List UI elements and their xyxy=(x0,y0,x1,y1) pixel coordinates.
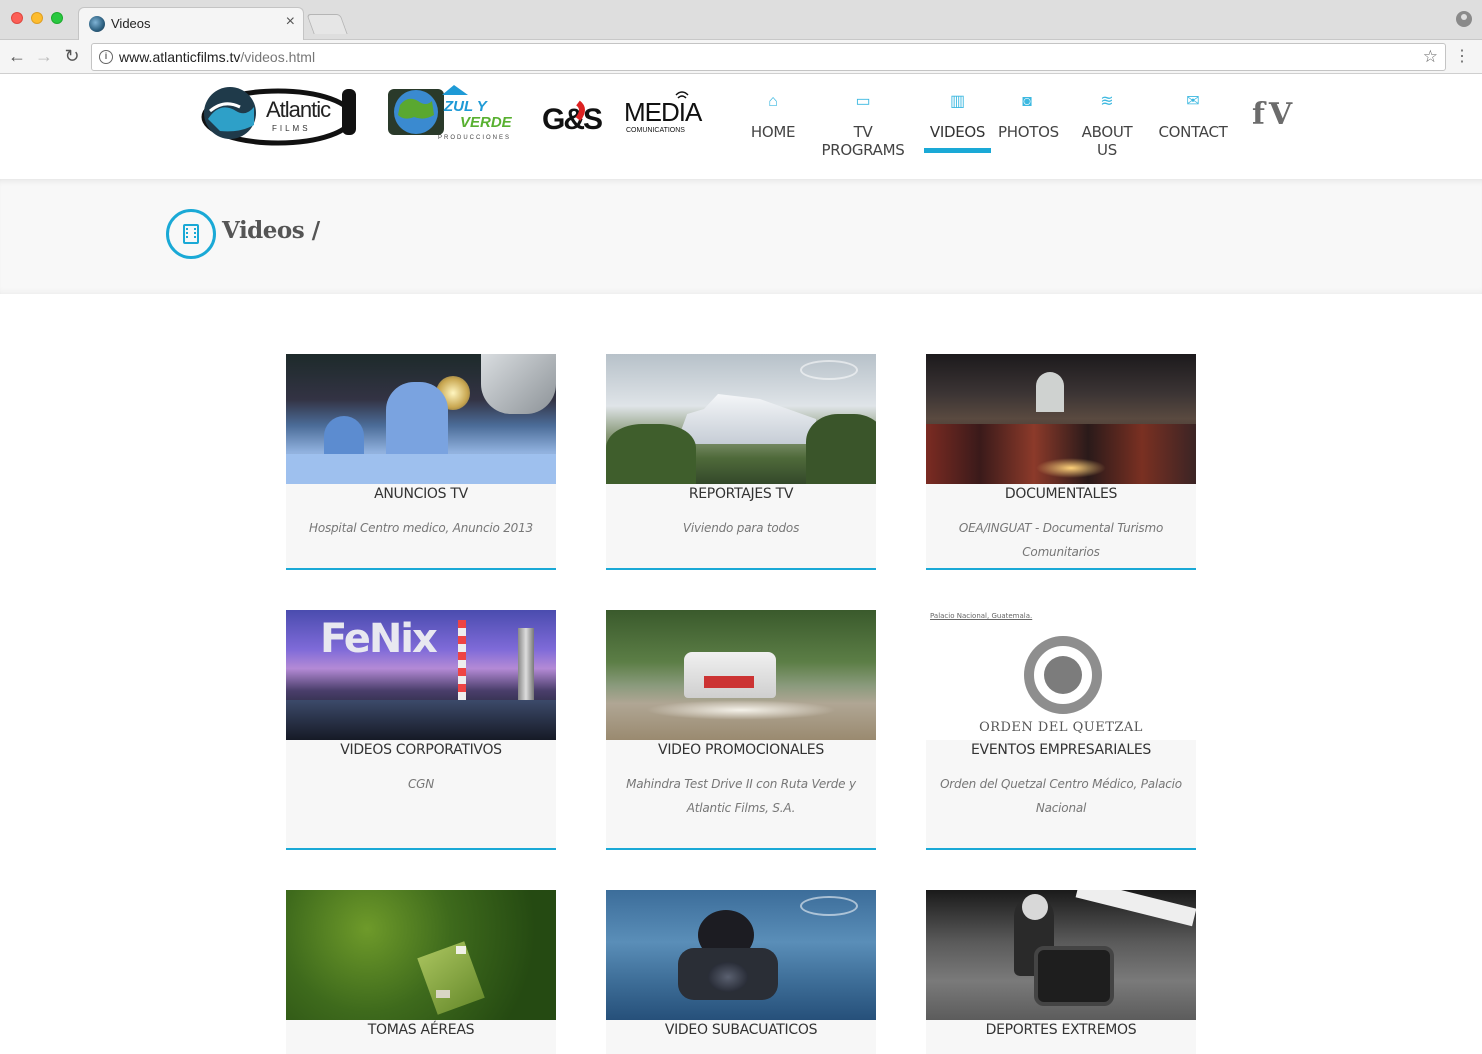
waves-icon: ≋ xyxy=(1100,93,1114,110)
thumbnail-text: Palacio Nacional, Guatemala. xyxy=(930,612,1033,620)
browser-menu-icon[interactable]: ⋮ xyxy=(1454,46,1470,66)
url-path: /videos.html xyxy=(240,49,316,65)
card-description: Orden del Quetzal Centro Médico, Palacio… xyxy=(940,777,1182,815)
browser-toolbar: ← → ↻ i www.atlanticfilms.tv/videos.html… xyxy=(0,40,1482,74)
video-card-videos-corporativos[interactable]: FeNix VIDEOS CORPORATIVOS CGN xyxy=(286,610,556,850)
nav-tv-programs[interactable]: ▭ TV PROGRAMS xyxy=(810,93,916,159)
video-thumbnail[interactable]: FeNix xyxy=(286,610,556,740)
vimeo-icon[interactable]: V xyxy=(1269,97,1292,132)
card-description: Hospital Centro medico, Anuncio 2013 xyxy=(309,521,533,535)
card-title[interactable]: DOCUMENTALES xyxy=(926,486,1196,502)
card-description: Mahindra Test Drive II con Ruta Verde y … xyxy=(626,777,856,815)
mail-icon: ✉ xyxy=(1186,93,1200,110)
video-thumbnail[interactable] xyxy=(926,890,1196,1020)
nav-photos[interactable]: ◙ PHOTOS xyxy=(998,93,1059,153)
nav-tv-programs-label: TV PROGRAMS xyxy=(821,123,905,159)
tv-icon: ▭ xyxy=(855,93,871,110)
gs-logo-text: G&S xyxy=(542,103,602,135)
card-title[interactable]: TOMAS AÉREAS xyxy=(286,1022,556,1038)
video-card-documentales[interactable]: DOCUMENTALES OEA/INGUAT - Documental Tur… xyxy=(926,354,1196,570)
tab-close-icon[interactable]: × xyxy=(286,14,295,30)
video-thumbnail[interactable] xyxy=(286,890,556,1020)
gs-media-logo[interactable]: G&S MEDIA COMUNICATIONS xyxy=(542,89,708,135)
card-title[interactable]: DEPORTES EXTREMOS xyxy=(926,1022,1196,1038)
facebook-icon[interactable]: f xyxy=(1252,97,1265,132)
card-title[interactable]: ANUNCIOS TV xyxy=(286,486,556,502)
site-header: Atlantic FILMS ZUL Y VERDE PRODUCCIONES … xyxy=(0,75,1482,179)
card-title[interactable]: VIDEO PROMOCIONALES xyxy=(606,742,876,758)
video-card-reportajes-tv[interactable]: REPORTAJES TV Viviendo para todos xyxy=(606,354,876,570)
browser-tabstrip: Videos × xyxy=(0,0,1482,40)
minimize-window-button[interactable] xyxy=(31,12,43,24)
profile-icon[interactable] xyxy=(1456,11,1472,27)
social-links: fV xyxy=(1252,97,1292,132)
address-bar[interactable]: i www.atlanticfilms.tv/videos.html ☆ xyxy=(91,43,1446,71)
page-title: Videos / xyxy=(222,217,320,244)
media-logo-text: MEDIA xyxy=(624,97,703,127)
nav-home[interactable]: ⌂ HOME xyxy=(750,93,796,153)
new-tab-button[interactable] xyxy=(306,14,348,34)
video-card-anuncios-tv[interactable]: ANUNCIOS TV Hospital Centro medico, Anun… xyxy=(286,354,556,570)
card-title[interactable]: REPORTAJES TV xyxy=(606,486,876,502)
verde-logo-text: VERDE xyxy=(460,114,513,131)
film-icon: ▥ xyxy=(949,93,966,110)
video-card-eventos-empresariales[interactable]: Palacio Nacional, Guatemala. ORDEN DEL Q… xyxy=(926,610,1196,850)
back-arrow-icon[interactable]: ← xyxy=(6,45,28,67)
card-title[interactable]: EVENTOS EMPRESARIALES xyxy=(926,742,1196,758)
thumbnail-caption: ORDEN DEL QUETZAL xyxy=(979,720,1143,735)
video-thumbnail[interactable] xyxy=(606,610,876,740)
video-card-tomas-aereas[interactable]: TOMAS AÉREAS xyxy=(286,890,556,1054)
nav-videos-label: VIDEOS xyxy=(929,123,986,141)
video-thumbnail[interactable] xyxy=(926,354,1196,484)
card-description: CGN xyxy=(407,777,435,791)
video-card-video-promocionales[interactable]: VIDEO PROMOCIONALES Mahindra Test Drive … xyxy=(606,610,876,850)
url-text[interactable]: www.atlanticfilms.tv/videos.html xyxy=(119,49,315,65)
card-title[interactable]: VIDEOS CORPORATIVOS xyxy=(286,742,556,758)
card-description: OEA/INGUAT - Documental Turismo Comunita… xyxy=(958,521,1164,559)
video-card-video-subacuaticos[interactable]: VIDEO SUBACUATICOS xyxy=(606,890,876,1054)
media-logo-sub: COMUNICATIONS xyxy=(626,127,685,134)
film-icon xyxy=(166,209,216,259)
atlantic-films-logo[interactable]: Atlantic FILMS xyxy=(200,81,360,147)
browser-tab[interactable]: Videos × xyxy=(78,7,304,40)
tab-title: Videos xyxy=(111,16,151,31)
video-thumbnail[interactable] xyxy=(286,354,556,484)
info-icon[interactable]: i xyxy=(99,50,113,64)
card-title[interactable]: VIDEO SUBACUATICOS xyxy=(606,1022,876,1038)
video-thumbnail[interactable]: Palacio Nacional, Guatemala. ORDEN DEL Q… xyxy=(926,610,1196,740)
close-window-button[interactable] xyxy=(11,12,23,24)
active-nav-indicator xyxy=(924,148,991,153)
video-card-deportes-extremos[interactable]: DEPORTES EXTREMOS xyxy=(926,890,1196,1054)
zoom-window-button[interactable] xyxy=(51,12,63,24)
forward-arrow-icon[interactable]: → xyxy=(33,45,55,67)
url-host: www.atlanticfilms.tv xyxy=(119,49,241,65)
thumbnail-text: FeNix xyxy=(320,616,438,662)
medal-icon xyxy=(1024,636,1102,714)
nav-home-label: HOME xyxy=(750,123,796,141)
azul-logo-text: ZUL Y xyxy=(443,98,489,115)
azul-logo-sub: PRODUCCIONES xyxy=(438,135,511,141)
watermark-logo-icon xyxy=(800,896,858,916)
page-title-band: Videos / xyxy=(0,179,1482,294)
reload-icon[interactable]: ↻ xyxy=(61,45,83,67)
nav-videos[interactable]: ▥ VIDEOS xyxy=(924,93,991,153)
azul-y-verde-logo[interactable]: ZUL Y VERDE PRODUCCIONES xyxy=(388,81,528,143)
camera-icon: ◙ xyxy=(1022,93,1032,110)
card-description: Viviendo para todos xyxy=(682,521,800,535)
atlantic-logo-sub: FILMS xyxy=(272,124,311,133)
nav-contact-label: CONTACT xyxy=(1158,123,1228,141)
favicon-icon xyxy=(89,16,105,32)
bookmark-star-icon[interactable]: ☆ xyxy=(1423,47,1438,67)
home-icon: ⌂ xyxy=(768,93,778,110)
nav-about-us[interactable]: ≋ ABOUT US xyxy=(1072,93,1142,159)
video-thumbnail[interactable] xyxy=(606,890,876,1020)
video-thumbnail[interactable] xyxy=(606,354,876,484)
watermark-logo-icon xyxy=(800,360,858,380)
atlantic-logo-text: Atlantic xyxy=(266,97,331,122)
nav-about-us-label: ABOUT US xyxy=(1081,123,1133,159)
nav-contact[interactable]: ✉ CONTACT xyxy=(1158,93,1228,153)
nav-photos-label: PHOTOS xyxy=(998,123,1059,141)
